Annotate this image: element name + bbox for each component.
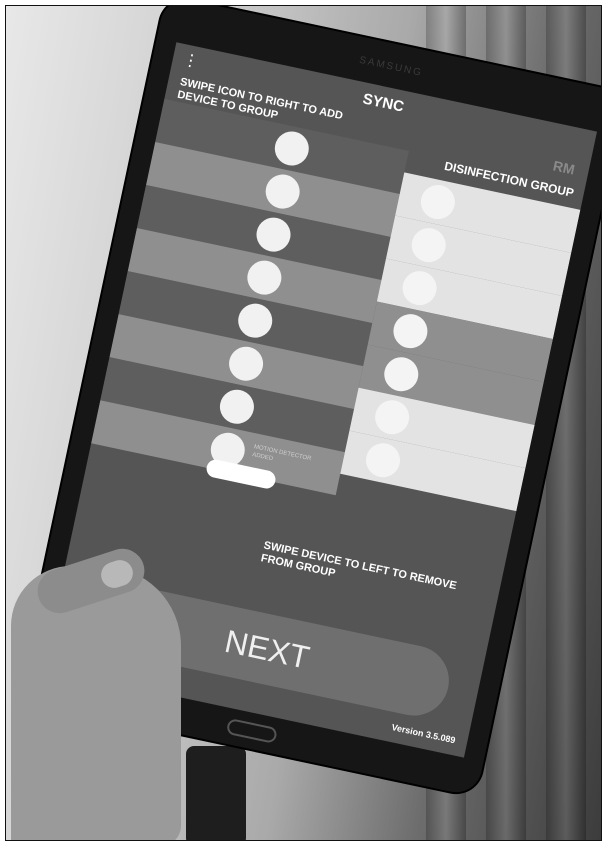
group-device-label <box>410 456 498 475</box>
device-icon[interactable] <box>235 300 276 341</box>
group-device-label <box>437 327 525 346</box>
group-device-icon[interactable] <box>399 267 440 309</box>
group-device-icon[interactable] <box>371 397 413 438</box>
group-device-icon[interactable] <box>417 181 459 223</box>
group-device-label <box>464 197 552 216</box>
group-device-label <box>428 370 516 389</box>
group-device-icon[interactable] <box>408 224 449 266</box>
remove-instruction: SWIPE DEVICE TO LEFT TO REMOVE FROM GROU… <box>259 539 458 593</box>
device-icon[interactable] <box>244 257 285 298</box>
user-hand <box>11 566 181 840</box>
device-icon[interactable] <box>262 171 303 212</box>
group-device-icon[interactable] <box>390 311 431 352</box>
room-label: RM <box>551 157 577 178</box>
device-icon[interactable] <box>225 343 267 384</box>
device-icon[interactable] <box>253 214 294 255</box>
device-icon[interactable] <box>271 128 312 169</box>
home-button[interactable] <box>225 717 278 744</box>
group-device-label <box>446 284 534 303</box>
device-icon[interactable] <box>216 386 258 427</box>
group-device-icon[interactable] <box>381 354 422 395</box>
group-device-label <box>455 241 543 260</box>
group-device-label <box>419 413 507 432</box>
group-device-icon[interactable] <box>362 440 404 481</box>
photo-frame: SAMSUNG ⋮ SYNC RM SWIPE ICON TO RIGHT TO… <box>5 5 602 841</box>
version-label: Version 3.5.089 <box>390 722 457 746</box>
tablet-stand <box>186 746 246 840</box>
device-label <box>319 142 397 159</box>
